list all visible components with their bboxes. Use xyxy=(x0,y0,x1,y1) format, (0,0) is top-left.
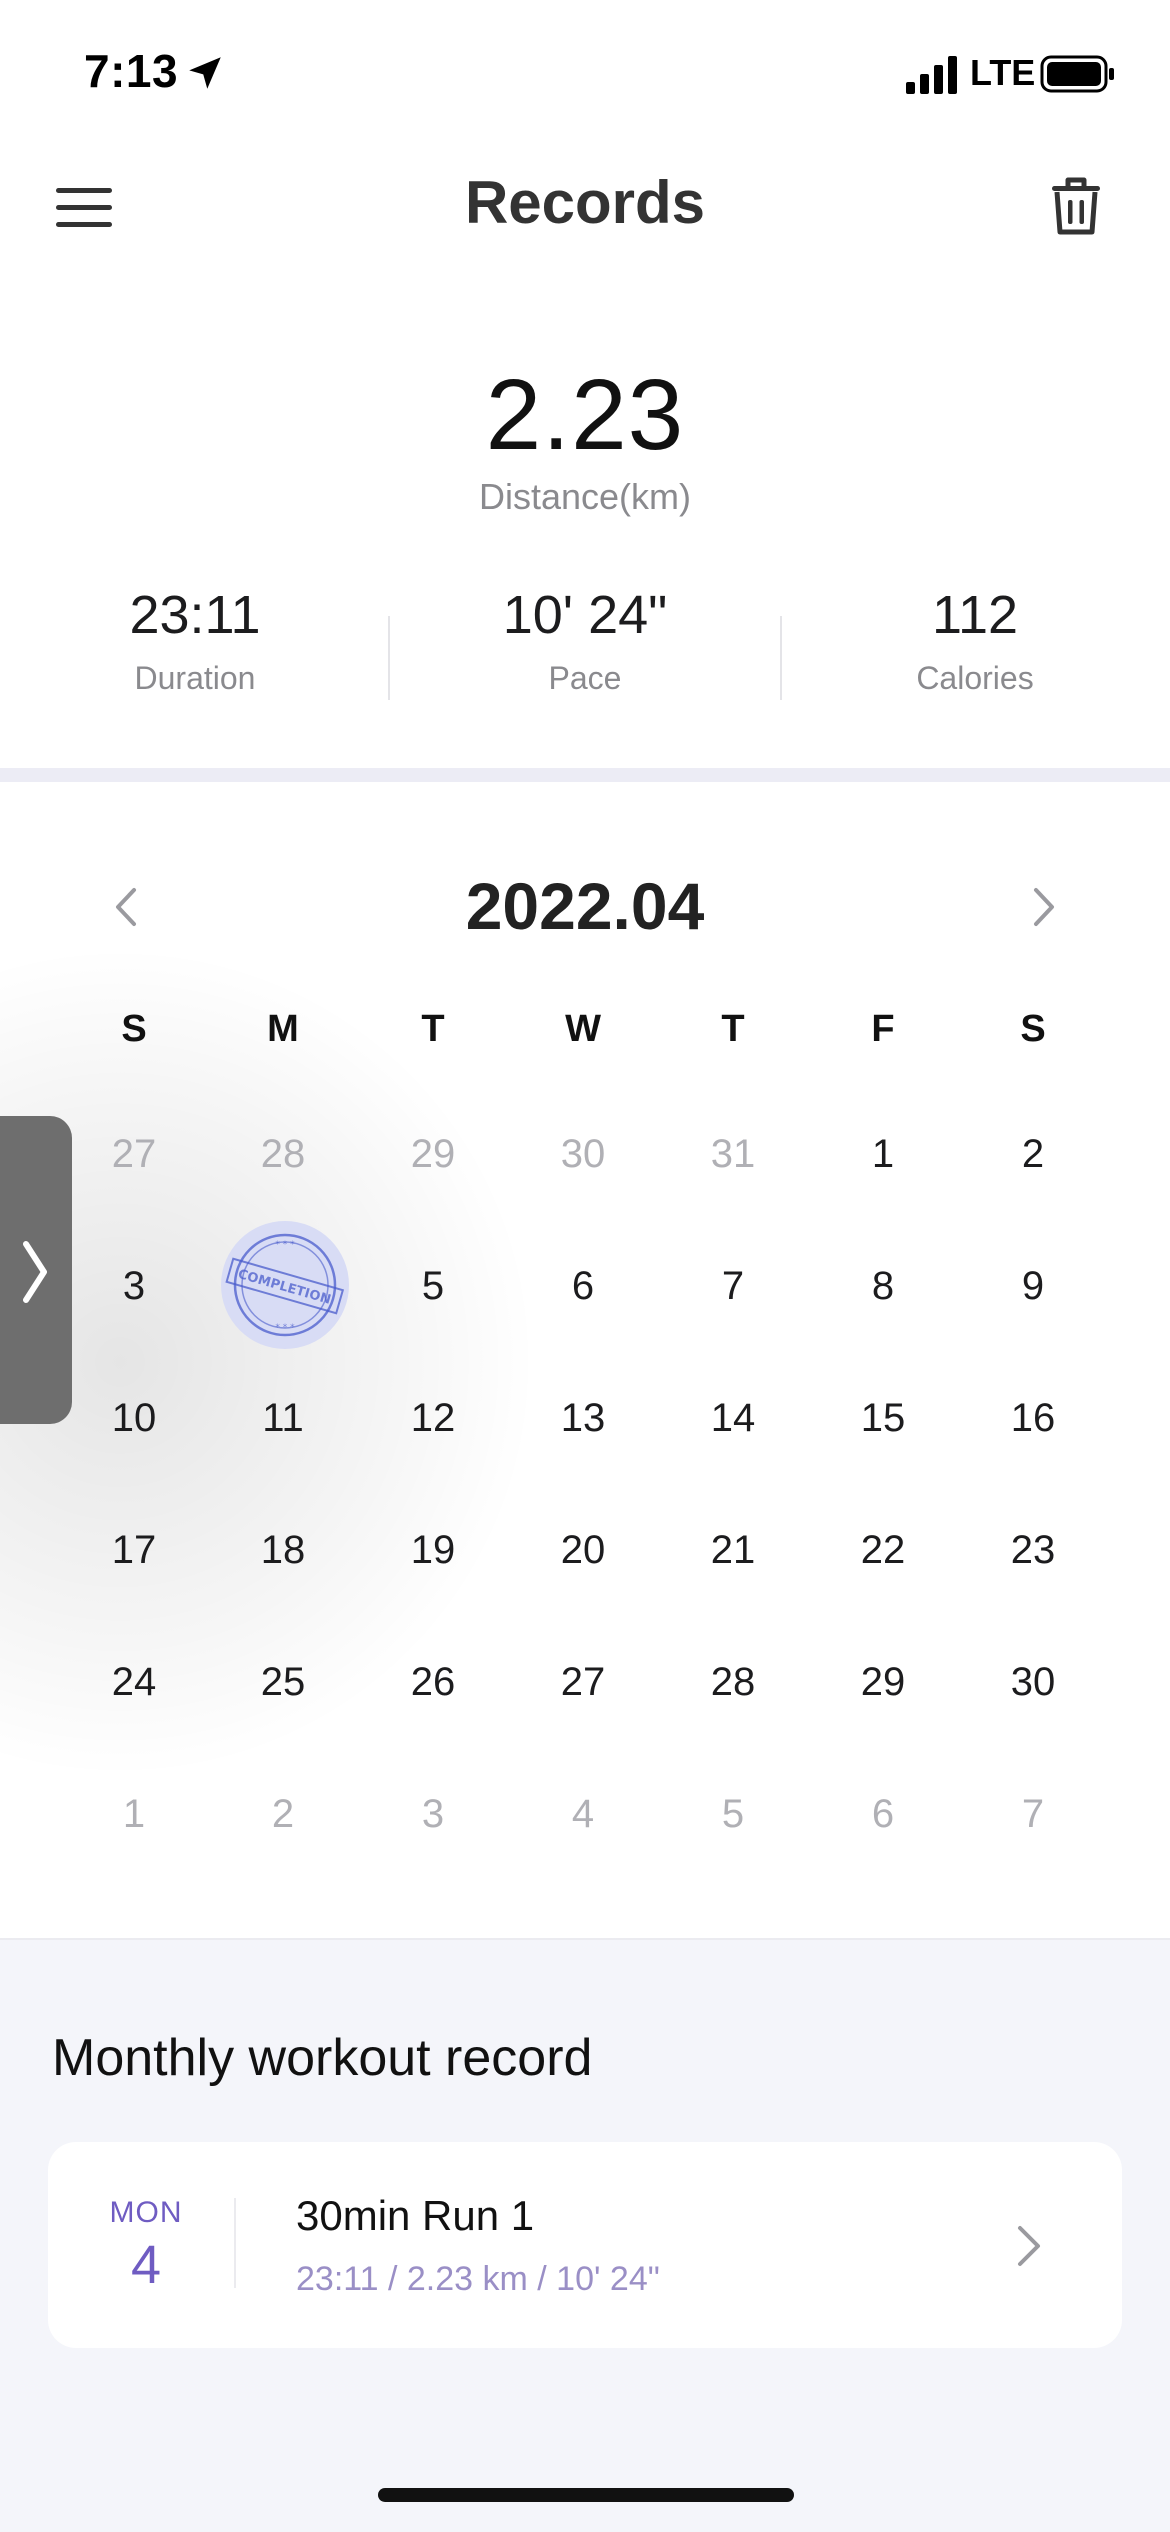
distance-label: Distance(km) xyxy=(478,476,692,517)
home-indicator[interactable] xyxy=(378,2488,794,2502)
calendar-day[interactable]: 5 xyxy=(658,1764,808,1864)
calendar-day[interactable]: 24 xyxy=(59,1632,209,1732)
calendar-day[interactable]: 12 xyxy=(358,1368,508,1468)
trash-icon[interactable] xyxy=(1050,176,1102,236)
calendar-day[interactable]: 14 xyxy=(658,1368,808,1468)
calendar-day[interactable]: 4 xyxy=(508,1764,658,1864)
calendar-day[interactable]: 9 xyxy=(958,1236,1108,1336)
chevron-right-icon xyxy=(1018,2226,1040,2266)
calendar-day[interactable]: 7 xyxy=(658,1236,808,1336)
svg-text:* * *: * * * xyxy=(275,1323,295,1333)
chevron-right-icon[interactable] xyxy=(1026,882,1062,932)
calendar-day[interactable]: 18 xyxy=(208,1500,358,1600)
calendar-day[interactable]: 10 xyxy=(59,1368,209,1468)
calendar-day[interactable]: 29 xyxy=(808,1632,958,1732)
calendar-day[interactable]: 11 xyxy=(208,1368,358,1468)
calendar-day[interactable]: 29 xyxy=(358,1104,508,1204)
calendar-day[interactable]: 3 xyxy=(358,1764,508,1864)
network-label: LTE xyxy=(970,52,1036,93)
section-separator xyxy=(0,768,1170,782)
stats-row: 23:11 Duration 10' 24" Pace 112 Calories xyxy=(0,580,1170,720)
weekday-header: S M T W T F S xyxy=(0,1008,1170,1068)
calendar-week: 3 4 5 6 7 8 9 xyxy=(0,1236,1170,1336)
weekday-label: T xyxy=(721,1008,745,1050)
calendar-day[interactable]: 5 xyxy=(358,1236,508,1336)
calendar-day[interactable]: 6 xyxy=(808,1764,958,1864)
distance-value: 2.23 xyxy=(485,359,685,471)
calendar-week: 27 28 29 30 31 1 2 xyxy=(0,1104,1170,1204)
weekday-label: T xyxy=(421,1008,445,1050)
calendar: 2022.04 S M T W T F S 27 28 29 30 31 1 2… xyxy=(0,782,1170,1938)
calendar-day[interactable]: 15 xyxy=(808,1368,958,1468)
calendar-day[interactable]: 1 xyxy=(59,1764,209,1864)
calendar-day[interactable]: 13 xyxy=(508,1368,658,1468)
calendar-week: 10 11 12 13 14 15 16 xyxy=(0,1368,1170,1468)
record-detail: 23:11 / 2.23 km / 10' 24" xyxy=(296,2260,660,2298)
calendar-day[interactable]: 23 xyxy=(958,1500,1108,1600)
calendar-day[interactable]: 28 xyxy=(658,1632,808,1732)
status-bar: 7:13 LTE xyxy=(0,0,1170,150)
weekday-label: M xyxy=(267,1008,299,1050)
calendar-day[interactable]: 3 xyxy=(59,1236,209,1336)
calendar-day[interactable]: 2 xyxy=(208,1764,358,1864)
calendar-day[interactable]: 26 xyxy=(358,1632,508,1732)
battery-icon xyxy=(1040,55,1114,93)
calendar-day[interactable]: 17 xyxy=(59,1500,209,1600)
weekday-label: S xyxy=(1020,1008,1046,1050)
calendar-day[interactable]: 22 xyxy=(808,1500,958,1600)
calendar-day[interactable]: 1 xyxy=(808,1104,958,1204)
records-screen: 7:13 LTE Records 2.23 Distance(km) 23:11… xyxy=(0,0,1170,2532)
stat-label: Duration xyxy=(134,660,256,696)
calendar-day[interactable]: 28 xyxy=(208,1104,358,1204)
page-title: Records xyxy=(464,169,706,236)
calendar-week: 1 2 3 4 5 6 7 xyxy=(0,1764,1170,1864)
location-arrow-icon xyxy=(189,57,221,89)
calendar-day[interactable]: 7 xyxy=(958,1764,1108,1864)
stat-label: Pace xyxy=(548,660,622,696)
record-weekday: MON xyxy=(109,2196,183,2229)
chevron-right-icon xyxy=(23,1241,47,1303)
stat-label: Calories xyxy=(916,660,1034,696)
calendar-day[interactable]: 27 xyxy=(59,1104,209,1204)
section-title: Monthly workout record xyxy=(52,2029,593,2087)
calendar-day[interactable]: 25 xyxy=(208,1632,358,1732)
calendar-day[interactable]: 20 xyxy=(508,1500,658,1600)
calendar-day[interactable]: 19 xyxy=(358,1500,508,1600)
completion-stamp-icon: * * * * * * COMPLETION xyxy=(221,1221,349,1349)
calendar-day[interactable]: 16 xyxy=(958,1368,1108,1468)
stat-value: 10' 24" xyxy=(502,585,668,645)
svg-text:* * *: * * * xyxy=(275,1240,295,1250)
stat-value: 112 xyxy=(931,585,1019,645)
signal-bars-icon xyxy=(906,56,957,94)
calendar-day[interactable]: 6 xyxy=(508,1236,658,1336)
record-day: 4 xyxy=(130,2235,162,2295)
calendar-day[interactable]: 30 xyxy=(508,1104,658,1204)
calendar-day[interactable]: 27 xyxy=(508,1632,658,1732)
calendar-day[interactable]: 31 xyxy=(658,1104,808,1204)
calendar-day[interactable]: 2 xyxy=(958,1104,1108,1204)
stat-duration: 23:11 Duration xyxy=(0,580,390,697)
calendar-day[interactable]: 21 xyxy=(658,1500,808,1600)
calendar-day[interactable]: 30 xyxy=(958,1632,1108,1732)
workout-record-card[interactable]: MON 4 30min Run 1 23:11 / 2.23 km / 10' … xyxy=(48,2142,1122,2348)
calendar-day[interactable]: 8 xyxy=(808,1236,958,1336)
calendar-week: 24 25 26 27 28 29 30 xyxy=(0,1632,1170,1732)
record-divider xyxy=(234,2198,236,2288)
record-title: 30min Run 1 xyxy=(296,2192,535,2239)
side-drawer-handle[interactable] xyxy=(0,1116,72,1424)
stat-calories: 112 Calories xyxy=(780,580,1170,697)
status-time: 7:13 xyxy=(84,45,179,97)
weekday-label: F xyxy=(871,1008,895,1050)
month-title: 2022.04 xyxy=(465,869,705,943)
weekday-label: W xyxy=(565,1008,601,1050)
weekday-label: S xyxy=(121,1008,147,1050)
calendar-week: 17 18 19 20 21 22 23 xyxy=(0,1500,1170,1600)
stat-pace: 10' 24" Pace xyxy=(390,580,780,697)
monthly-record-section: Monthly workout record MON 4 30min Run 1… xyxy=(0,1938,1170,2532)
stat-value: 23:11 xyxy=(129,585,261,645)
